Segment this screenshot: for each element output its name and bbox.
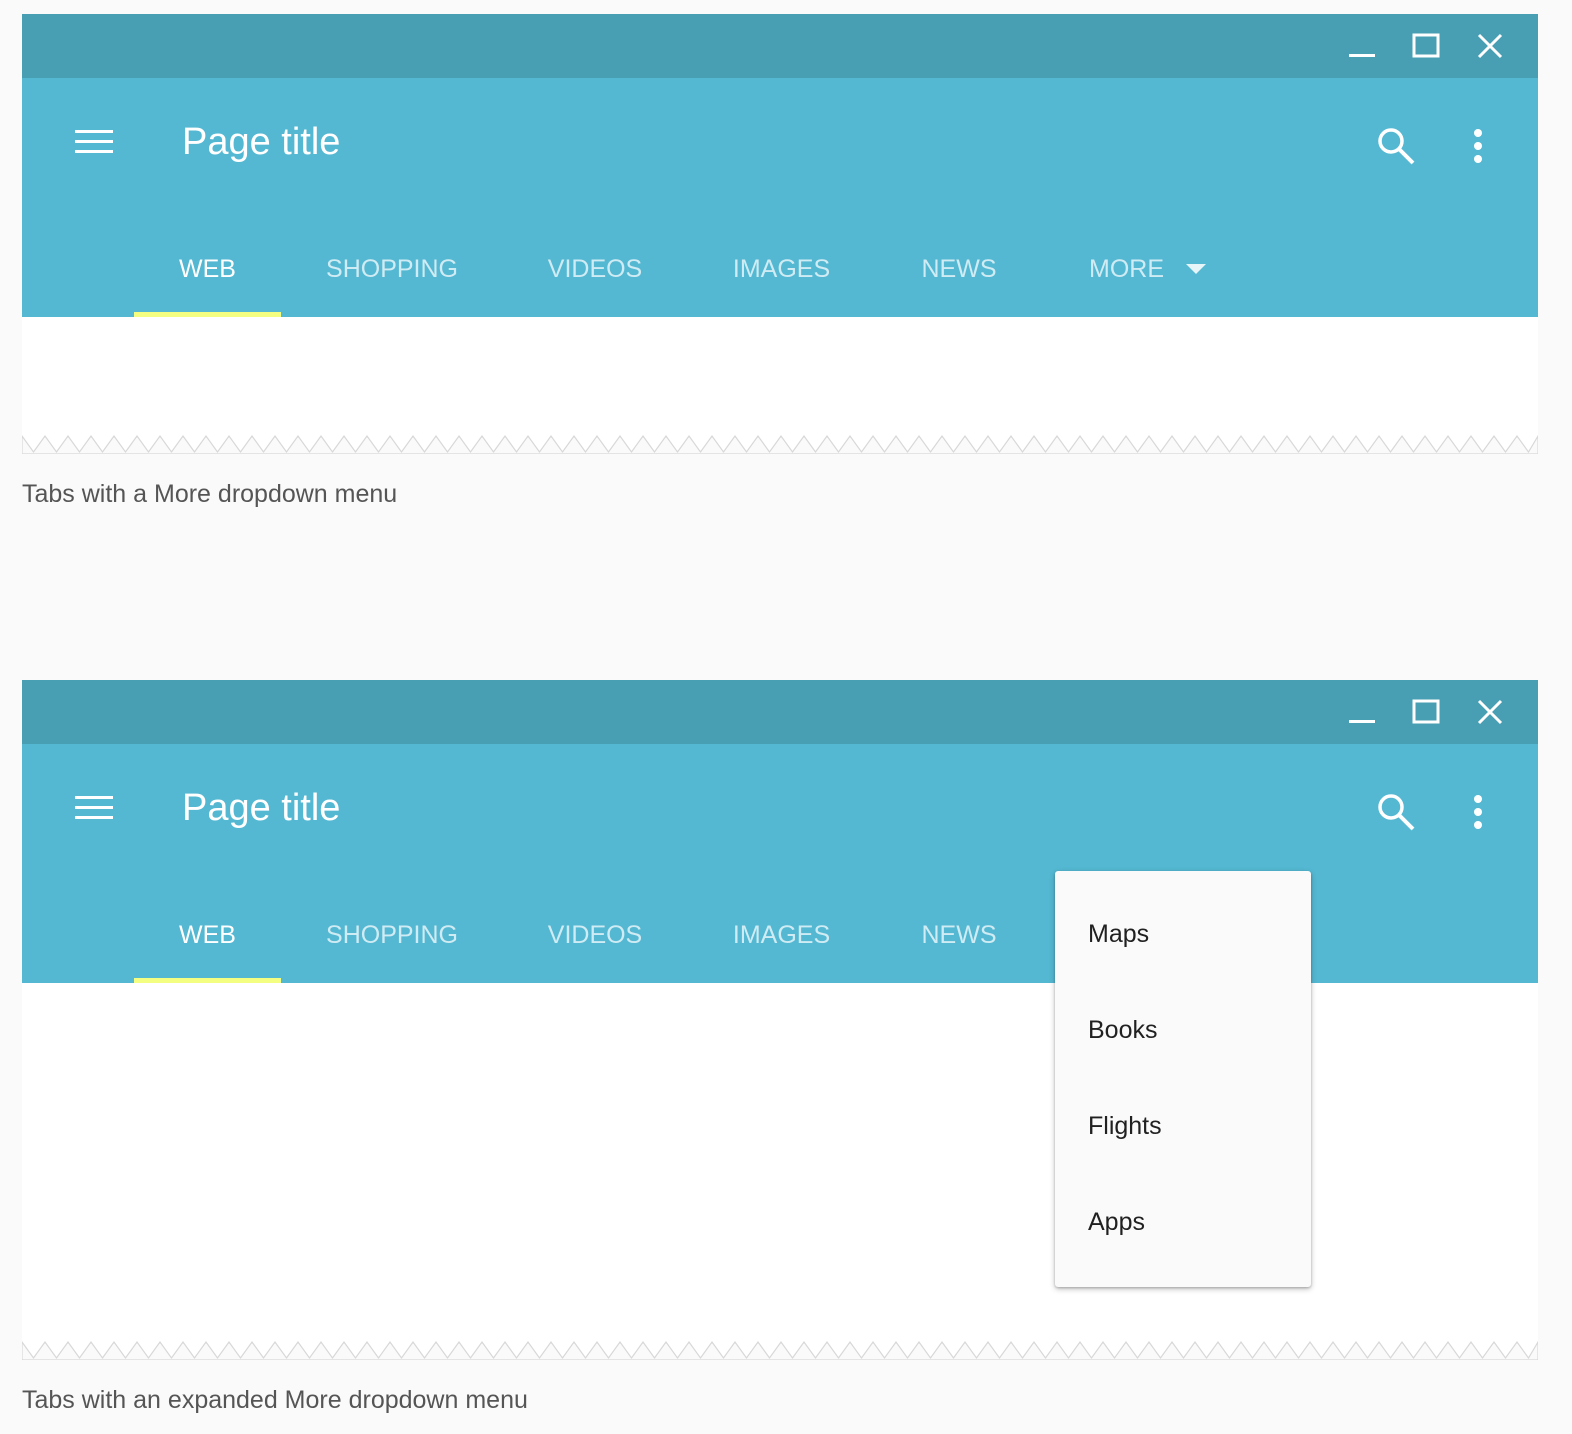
window-titlebar <box>22 14 1538 78</box>
window-titlebar <box>22 680 1538 744</box>
dropdown-arrow-icon <box>1186 263 1206 275</box>
tab-label: IMAGES <box>732 254 831 283</box>
menu-item-label: Apps <box>1088 1207 1145 1236</box>
minimize-icon <box>1349 720 1375 723</box>
menu-item-apps[interactable]: Apps <box>1055 1174 1311 1270</box>
maximize-icon <box>1412 33 1440 58</box>
app-bar: Page title WEB SHOPPING VIDEOS IMAGES NE… <box>22 78 1538 317</box>
menu-button[interactable] <box>70 784 118 832</box>
close-button[interactable] <box>1458 680 1522 744</box>
tab-label: VIDEOS <box>547 254 643 283</box>
menu-icon <box>75 796 113 819</box>
maximize-icon <box>1412 699 1440 724</box>
tab-label: NEWS <box>921 254 997 283</box>
menu-item-flights[interactable]: Flights <box>1055 1078 1311 1174</box>
close-icon <box>1477 699 1503 725</box>
tab-label: SHOPPING <box>326 920 458 949</box>
overflow-menu-button[interactable] <box>1454 784 1502 840</box>
caption: Tabs with a More dropdown menu <box>22 480 398 508</box>
maximize-button[interactable] <box>1394 680 1458 744</box>
tab-web[interactable]: WEB <box>134 221 281 317</box>
tab-bar: WEB SHOPPING VIDEOS IMAGES NEWS <box>134 887 1042 983</box>
tab-bar: WEB SHOPPING VIDEOS IMAGES NEWS MORE <box>134 221 1251 317</box>
tab-videos[interactable]: VIDEOS <box>503 887 687 983</box>
page-title: Page title <box>182 121 341 163</box>
tab-web[interactable]: WEB <box>134 887 281 983</box>
tab-videos[interactable]: VIDEOS <box>503 221 687 317</box>
menu-item-label: Flights <box>1088 1111 1162 1140</box>
menu-item-label: Books <box>1088 1015 1158 1044</box>
menu-item-maps[interactable]: Maps <box>1055 886 1311 982</box>
tab-more[interactable]: MORE <box>1042 221 1251 317</box>
menu-button[interactable] <box>70 118 118 166</box>
window-frame: Page title WEB SHOPPING VIDEOS IMAGES NE… <box>22 680 1538 1360</box>
tab-shopping[interactable]: SHOPPING <box>281 887 503 983</box>
window-frame: Page title WEB SHOPPING VIDEOS IMAGES NE… <box>22 14 1538 454</box>
close-icon <box>1477 33 1503 59</box>
search-icon <box>1378 128 1415 165</box>
maximize-button[interactable] <box>1394 14 1458 78</box>
torn-edge <box>22 1340 1538 1360</box>
minimize-icon <box>1349 54 1375 57</box>
more-vert-icon <box>1474 129 1482 163</box>
tab-label: NEWS <box>921 920 997 949</box>
close-button[interactable] <box>1458 14 1522 78</box>
tab-images[interactable]: IMAGES <box>687 221 876 317</box>
torn-edge <box>22 434 1538 454</box>
search-icon <box>1378 794 1415 831</box>
page-title: Page title <box>182 787 341 829</box>
search-button[interactable] <box>1368 118 1424 174</box>
content-area <box>22 317 1538 454</box>
search-button[interactable] <box>1368 784 1424 840</box>
tab-label: SHOPPING <box>326 254 458 283</box>
tab-news[interactable]: NEWS <box>876 221 1042 317</box>
more-vert-icon <box>1474 795 1482 829</box>
more-dropdown-menu: Maps Books Flights Apps <box>1055 871 1311 1287</box>
menu-icon <box>75 130 113 153</box>
tab-shopping[interactable]: SHOPPING <box>281 221 503 317</box>
menu-item-books[interactable]: Books <box>1055 982 1311 1078</box>
tab-label: WEB <box>179 254 236 283</box>
caption: Tabs with an expanded More dropdown menu <box>22 1386 528 1414</box>
tab-label: MORE <box>1089 254 1164 283</box>
tab-label: IMAGES <box>732 920 831 949</box>
tab-images[interactable]: IMAGES <box>687 887 876 983</box>
overflow-menu-button[interactable] <box>1454 118 1502 174</box>
menu-item-label: Maps <box>1088 919 1150 948</box>
minimize-button[interactable] <box>1330 14 1394 78</box>
minimize-button[interactable] <box>1330 680 1394 744</box>
tab-label: VIDEOS <box>547 920 643 949</box>
tab-label: WEB <box>179 920 236 949</box>
tab-news[interactable]: NEWS <box>876 887 1042 983</box>
